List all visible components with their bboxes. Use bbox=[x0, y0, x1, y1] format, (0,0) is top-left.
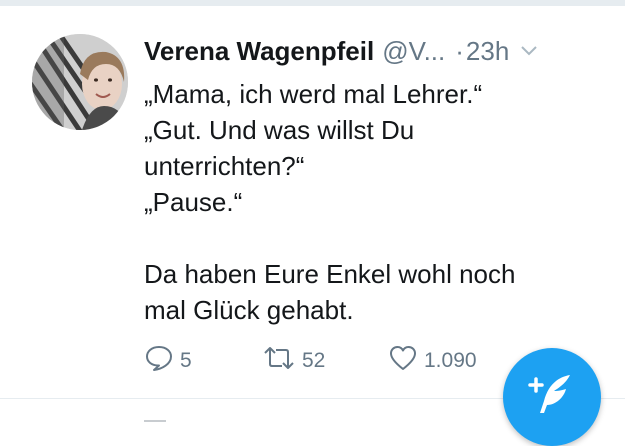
reply-icon bbox=[144, 344, 174, 378]
tweet-text-line: „Pause.“ bbox=[144, 187, 243, 217]
compose-feather-icon bbox=[524, 367, 580, 428]
tweet-text-line: Da haben Eure Enkel wohl noch bbox=[144, 259, 516, 289]
retweet-count: 52 bbox=[302, 349, 326, 372]
retweet-icon bbox=[262, 345, 296, 377]
tweet-text: „Mama, ich werd mal Lehrer.“ „Gut. Und w… bbox=[144, 76, 604, 328]
next-tweet-peek bbox=[144, 416, 170, 424]
retweet-button[interactable]: 52 bbox=[262, 345, 388, 377]
timestamp[interactable]: 23h bbox=[466, 36, 509, 67]
avatar[interactable] bbox=[32, 34, 128, 130]
tweet-header: Verena Wagenpfeil @V... · 23h bbox=[144, 34, 614, 68]
reply-count: 5 bbox=[180, 349, 192, 372]
tweet-text-line: mal Glück gehabt. bbox=[144, 295, 354, 325]
tweet-text-line: „Mama, ich werd mal Lehrer.“ bbox=[144, 79, 483, 109]
compose-tweet-button[interactable] bbox=[503, 348, 601, 446]
tweet-text-line: unterrichten?“ bbox=[144, 151, 305, 181]
user-handle[interactable]: @V... bbox=[382, 36, 445, 67]
tweet[interactable]: Verena Wagenpfeil @V... · 23h „Mama, ich… bbox=[0, 6, 625, 398]
display-name[interactable]: Verena Wagenpfeil bbox=[144, 36, 374, 67]
tweet-actions: 5 52 1.090 bbox=[144, 346, 518, 376]
avatar-photo bbox=[32, 34, 128, 130]
chevron-down-icon[interactable] bbox=[519, 44, 539, 58]
time-separator: · bbox=[455, 35, 464, 66]
like-button[interactable]: 1.090 bbox=[388, 344, 518, 378]
heart-icon bbox=[388, 344, 418, 378]
reply-button[interactable]: 5 bbox=[144, 344, 262, 378]
tweet-text-line: „Gut. Und was willst Du bbox=[144, 115, 415, 145]
like-count: 1.090 bbox=[424, 349, 477, 372]
